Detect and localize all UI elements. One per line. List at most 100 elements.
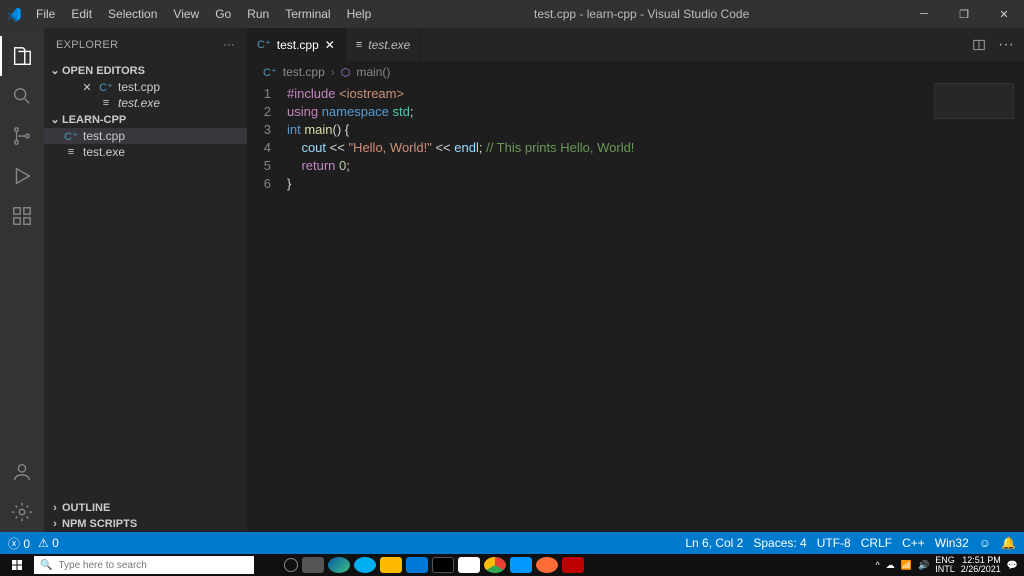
title-bar: File Edit Selection View Go Run Terminal… — [0, 0, 1024, 28]
notifications-icon[interactable]: 🔔 — [1001, 536, 1016, 550]
binary-file-icon: ≡ — [99, 97, 113, 109]
close-icon[interactable]: ✕ — [80, 81, 94, 94]
activity-account-icon[interactable] — [0, 452, 44, 492]
tray-date[interactable]: 2/26/2021 — [961, 565, 1001, 574]
store-icon[interactable] — [406, 557, 428, 573]
file-label: test.exe — [83, 145, 125, 159]
code-editor[interactable]: 123 456 #include <iostream> using namesp… — [247, 83, 1024, 193]
skype-icon[interactable] — [354, 557, 376, 573]
more-actions-icon[interactable]: ··· — [998, 36, 1014, 54]
status-bar: ⓧ 0 ⚠ 0 Ln 6, Col 2 Spaces: 4 UTF-8 CRLF… — [0, 532, 1024, 554]
menu-edit[interactable]: Edit — [63, 7, 100, 21]
close-icon[interactable]: ✕ — [325, 38, 335, 52]
menu-view[interactable]: View — [165, 7, 207, 21]
volume-icon[interactable]: 🔊 — [918, 560, 929, 571]
cortana-icon[interactable] — [284, 558, 298, 572]
activity-bar — [0, 28, 44, 532]
breadcrumb-file[interactable]: test.cpp — [283, 65, 325, 79]
section-label: OUTLINE — [62, 502, 110, 514]
terminal-icon[interactable] — [432, 557, 454, 573]
status-eol[interactable]: CRLF — [861, 536, 892, 550]
tab-label: test.exe — [368, 38, 410, 52]
chevron-down-icon: ⌄ — [48, 64, 62, 77]
vscode-logo-icon — [0, 6, 28, 22]
section-open-editors[interactable]: ⌄ OPEN EDITORS — [44, 62, 247, 79]
tray-keyboard[interactable]: INTL — [935, 565, 955, 574]
tab-test-exe[interactable]: ≡ test.exe — [346, 28, 421, 61]
tray-chevron-icon[interactable]: ^ — [876, 560, 880, 570]
activity-search-icon[interactable] — [0, 76, 44, 116]
taskbar-apps — [284, 557, 584, 573]
start-button[interactable] — [0, 554, 34, 576]
file-label: test.cpp — [83, 129, 125, 143]
chevron-right-icon: › — [48, 518, 62, 530]
file-item[interactable]: ≡ test.exe — [44, 144, 247, 160]
close-button[interactable]: ✕ — [984, 0, 1024, 28]
menu-file[interactable]: File — [28, 7, 63, 21]
search-placeholder: Type here to search — [58, 560, 146, 571]
tab-test-cpp[interactable]: C⁺ test.cpp ✕ — [247, 28, 346, 61]
section-folder[interactable]: ⌄ LEARN-CPP — [44, 111, 247, 128]
section-outline[interactable]: › OUTLINE — [44, 500, 247, 516]
status-spaces[interactable]: Spaces: 4 — [753, 536, 806, 550]
file-explorer-icon[interactable] — [380, 557, 402, 573]
breadcrumb[interactable]: C⁺ test.cpp › ⬡ main() — [247, 61, 1024, 83]
menu-help[interactable]: Help — [339, 7, 380, 21]
open-editor-item[interactable]: ≡ test.exe — [44, 95, 247, 111]
wifi-icon[interactable]: 📶 — [901, 560, 912, 571]
maximize-button[interactable]: ❐ — [944, 0, 984, 28]
section-label: NPM SCRIPTS — [62, 518, 137, 530]
file-label: test.exe — [118, 96, 160, 110]
action-center-icon[interactable]: 💬 — [1007, 560, 1018, 571]
editor-area: C⁺ test.cpp ✕ ≡ test.exe ··· C⁺ test.cpp… — [247, 28, 1024, 532]
open-editor-item[interactable]: ✕ C⁺ test.cpp — [44, 79, 247, 95]
activity-debug-icon[interactable] — [0, 156, 44, 196]
cpp-file-icon: C⁺ — [257, 38, 271, 51]
symbol-method-icon: ⬡ — [341, 66, 351, 79]
editor-tabs: C⁺ test.cpp ✕ ≡ test.exe ··· — [247, 28, 1024, 61]
cpp-file-icon: C⁺ — [64, 130, 78, 143]
menu-run[interactable]: Run — [239, 7, 277, 21]
section-npm[interactable]: › NPM SCRIPTS — [44, 516, 247, 532]
search-icon: 🔍 — [40, 560, 52, 571]
postman-icon[interactable] — [536, 557, 558, 573]
menu-selection[interactable]: Selection — [100, 7, 165, 21]
sidebar-title: EXPLORER — [56, 39, 118, 51]
activity-extensions-icon[interactable] — [0, 196, 44, 236]
breadcrumb-symbol[interactable]: main() — [356, 65, 390, 79]
onedrive-icon[interactable]: ☁ — [886, 560, 895, 571]
menu-terminal[interactable]: Terminal — [277, 7, 338, 21]
filezilla-icon[interactable] — [562, 557, 584, 573]
status-target[interactable]: Win32 — [935, 536, 969, 550]
chevron-down-icon: ⌄ — [48, 113, 62, 126]
activity-explorer-icon[interactable] — [0, 36, 44, 76]
taskbar-search[interactable]: 🔍 Type here to search — [34, 556, 254, 574]
sidebar-explorer: EXPLORER ··· ⌄ OPEN EDITORS ✕ C⁺ test.cp… — [44, 28, 247, 532]
more-icon[interactable]: ··· — [223, 39, 235, 51]
slack-icon[interactable] — [458, 557, 480, 573]
menu-go[interactable]: Go — [207, 7, 239, 21]
minimap[interactable] — [934, 83, 1014, 119]
chrome-icon[interactable] — [484, 557, 506, 573]
status-cursor[interactable]: Ln 6, Col 2 — [685, 536, 743, 550]
section-label: LEARN-CPP — [62, 114, 126, 126]
windows-taskbar: 🔍 Type here to search ^ ☁ 📶 🔊 ENG INTL 1… — [0, 554, 1024, 576]
status-warnings[interactable]: ⚠ 0 — [38, 536, 59, 550]
section-label: OPEN EDITORS — [62, 65, 145, 77]
taskview-icon[interactable] — [302, 557, 324, 573]
split-editor-icon[interactable] — [972, 38, 986, 52]
system-tray: ^ ☁ 📶 🔊 ENG INTL 12:51 PM 2/26/2021 💬 — [876, 556, 1024, 574]
vscode-taskbar-icon[interactable] — [510, 557, 532, 573]
status-errors[interactable]: ⓧ 0 — [8, 535, 30, 552]
file-item[interactable]: C⁺ test.cpp — [44, 128, 247, 144]
cpp-file-icon: C⁺ — [99, 81, 113, 94]
minimize-button[interactable]: ─ — [904, 0, 944, 28]
activity-scm-icon[interactable] — [0, 116, 44, 156]
activity-settings-icon[interactable] — [0, 492, 44, 532]
edge-icon[interactable] — [328, 557, 350, 573]
status-encoding[interactable]: UTF-8 — [817, 536, 851, 550]
code-content[interactable]: #include <iostream> using namespace std;… — [287, 85, 1024, 193]
status-language[interactable]: C++ — [902, 536, 925, 550]
binary-file-icon: ≡ — [356, 39, 362, 51]
feedback-icon[interactable]: ☺ — [979, 536, 991, 550]
